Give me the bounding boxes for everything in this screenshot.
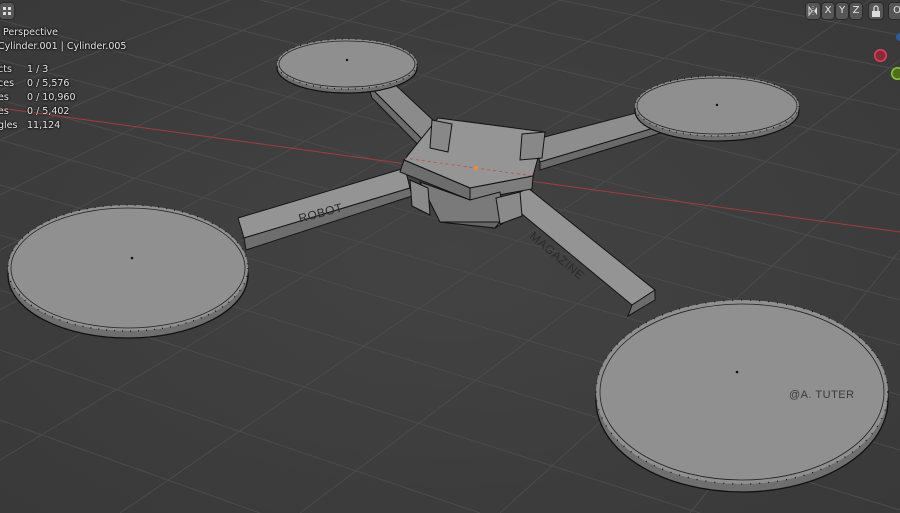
stats-edges-value: 0 / 10,960 xyxy=(27,92,76,103)
axis-z-toggle[interactable]: Z xyxy=(850,3,862,19)
gizmo-x-axis-handle[interactable] xyxy=(874,49,887,62)
overlay-button[interactable]: O xyxy=(889,3,900,19)
gizmo-z-axis-handle[interactable] xyxy=(896,33,900,41)
lock-button[interactable] xyxy=(869,3,883,19)
axis-y-toggle[interactable]: Y xyxy=(836,3,848,19)
menu-button[interactable] xyxy=(0,3,14,19)
stats-triangles-value: 11,124 xyxy=(27,120,61,131)
stats-faces-value: 0 / 5,402 xyxy=(27,106,70,117)
stats-faces-label: es xyxy=(0,106,9,117)
stats-vertices-label: ces xyxy=(0,78,15,89)
3d-viewport[interactable]: ROBOT MAGAZINE @A. TUTER xyxy=(0,0,900,513)
mirror-icon xyxy=(808,5,817,17)
drone-model-scene[interactable] xyxy=(0,0,900,513)
stats-triangles-label: gles xyxy=(0,120,18,131)
stats-objects-value: 1 / 3 xyxy=(27,64,49,75)
menu-icon xyxy=(3,7,11,15)
stats-vertices-value: 0 / 5,576 xyxy=(27,78,70,89)
gizmo-y-axis-handle[interactable] xyxy=(891,67,900,80)
axis-x-toggle[interactable]: X xyxy=(822,3,834,19)
object-origin-point xyxy=(474,166,478,170)
stats-edges-label: es xyxy=(0,92,9,103)
view-name-label: Perspective xyxy=(3,27,59,38)
rotor-front-left xyxy=(7,204,249,339)
selected-objects-label: Cylinder.001 | Cylinder.005 xyxy=(0,41,127,52)
stats-objects-label: cts xyxy=(0,64,12,75)
mirror-button[interactable] xyxy=(806,3,820,19)
rotor-back-right xyxy=(634,75,800,142)
lock-icon xyxy=(872,5,880,17)
watermark-text: @A. TUTER xyxy=(789,389,855,401)
rotor-back-left xyxy=(276,38,418,94)
